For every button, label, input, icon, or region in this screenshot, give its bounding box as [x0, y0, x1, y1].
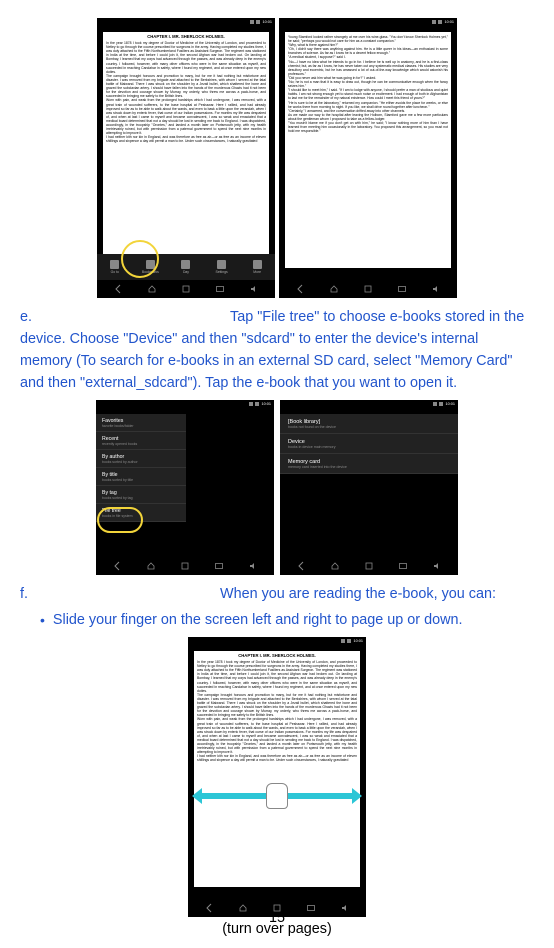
- step-f-label: f.: [20, 583, 220, 605]
- tool-more[interactable]: More: [242, 260, 272, 274]
- home-icon[interactable]: [147, 284, 157, 294]
- menu-by-author[interactable]: By authorbooks sorted by author: [96, 450, 186, 468]
- screenshot-row-mid: 10:01 Favoritesfavorite books/folder Rec…: [20, 400, 534, 575]
- step-f: f.When you are reading the e-book, you c…: [20, 583, 534, 605]
- step-e-label: e.: [20, 306, 230, 328]
- tool-settings[interactable]: Settings: [207, 260, 237, 274]
- bullet-slide: • Slide your finger on the screen left a…: [20, 609, 534, 631]
- status-time: 10:01: [262, 20, 272, 24]
- volume-icon[interactable]: [248, 561, 258, 571]
- menu2-device[interactable]: Devicebooks in device main memory: [280, 434, 458, 454]
- menu-by-tag[interactable]: By tagbooks sorted by tag: [96, 486, 186, 504]
- status-time: 10:01: [445, 402, 455, 406]
- menu-recent[interactable]: Recentrecently opened books: [96, 432, 186, 450]
- menu-list-2: [Book library]books not found on the dev…: [280, 414, 458, 474]
- step-e: e.Tap "File tree" to choose e-books stor…: [20, 306, 534, 394]
- android-navbar: [279, 280, 457, 298]
- android-navbar: [97, 280, 275, 298]
- screenshot-icon[interactable]: [215, 284, 225, 294]
- highlight-circle-bookmarks: [121, 240, 159, 278]
- back-icon[interactable]: [296, 561, 306, 571]
- status-time: 10:01: [353, 639, 363, 643]
- home-icon[interactable]: [146, 561, 156, 571]
- chapter-title: CHAPTER I. MR. SHERLOCK HOLMES.: [106, 35, 266, 39]
- volume-icon[interactable]: [249, 284, 259, 294]
- screenshot-reader-toolbar: 10:01 CHAPTER I. MR. SHERLOCK HOLMES. In…: [97, 18, 275, 298]
- android-navbar: [96, 557, 274, 575]
- menu2-library[interactable]: [Book library]books not found on the dev…: [280, 414, 458, 434]
- menu-by-title[interactable]: By titlebooks sorted by title: [96, 468, 186, 486]
- screenshot-gesture: 10:01 CHAPTER I. MR. SHERLOCK HOLMES. In…: [188, 637, 366, 917]
- home-icon[interactable]: [329, 284, 339, 294]
- recent-icon[interactable]: [181, 284, 191, 294]
- android-navbar: [280, 557, 458, 575]
- book-body-3: In the year 1878 I took my degree of Doc…: [197, 660, 357, 762]
- screenshot-row-top: 10:01 CHAPTER I. MR. SHERLOCK HOLMES. In…: [20, 18, 534, 298]
- screenshot-menu-filetree: 10:01 Favoritesfavorite books/folder Rec…: [96, 400, 274, 575]
- menu2-memory-card[interactable]: Memory cardmemory card inserted into the…: [280, 454, 458, 474]
- screenshot-row-bot: 10:01 CHAPTER I. MR. SHERLOCK HOLMES. In…: [20, 637, 534, 917]
- status-time: 10:01: [261, 402, 271, 406]
- recent-icon[interactable]: [364, 561, 374, 571]
- book-body-1: In the year 1878 I took my degree of Doc…: [106, 41, 266, 143]
- hand-icon: [266, 783, 288, 809]
- step-f-text: When you are reading the e-book, you can…: [220, 586, 496, 602]
- screenshot-icon[interactable]: [398, 561, 408, 571]
- screenshot-icon[interactable]: [214, 561, 224, 571]
- volume-icon[interactable]: [432, 561, 442, 571]
- back-icon[interactable]: [112, 561, 122, 571]
- back-icon[interactable]: [295, 284, 305, 294]
- bullet-text: Slide your finger on the screen left and…: [53, 609, 463, 631]
- menu-list: Favoritesfavorite books/folder Recentrec…: [96, 414, 186, 522]
- status-time: 10:01: [444, 20, 454, 24]
- recent-icon[interactable]: [180, 561, 190, 571]
- bullet-dot-icon: •: [40, 609, 45, 631]
- highlight-circle-filetree: [97, 507, 143, 533]
- volume-icon[interactable]: [431, 284, 441, 294]
- swipe-gesture-overlay: [200, 785, 354, 807]
- screenshot-reader-page2: 10:01 Young Stamford looked rather stran…: [279, 18, 457, 298]
- arrow-left-icon: [200, 793, 268, 799]
- book-body-2: Young Stamford looked rather strangely a…: [288, 35, 448, 133]
- tool-day[interactable]: Day: [171, 260, 201, 274]
- home-icon[interactable]: [330, 561, 340, 571]
- recent-icon[interactable]: [363, 284, 373, 294]
- screenshot-icon[interactable]: [397, 284, 407, 294]
- menu-favorites[interactable]: Favoritesfavorite books/folder: [96, 414, 186, 432]
- screenshot-menu-device: 10:01 [Book library]books not found on t…: [280, 400, 458, 575]
- back-icon[interactable]: [113, 284, 123, 294]
- arrow-right-icon: [286, 793, 354, 799]
- chapter-title: CHAPTER I. MR. SHERLOCK HOLMES.: [197, 654, 357, 658]
- page-number: 15: [0, 910, 554, 926]
